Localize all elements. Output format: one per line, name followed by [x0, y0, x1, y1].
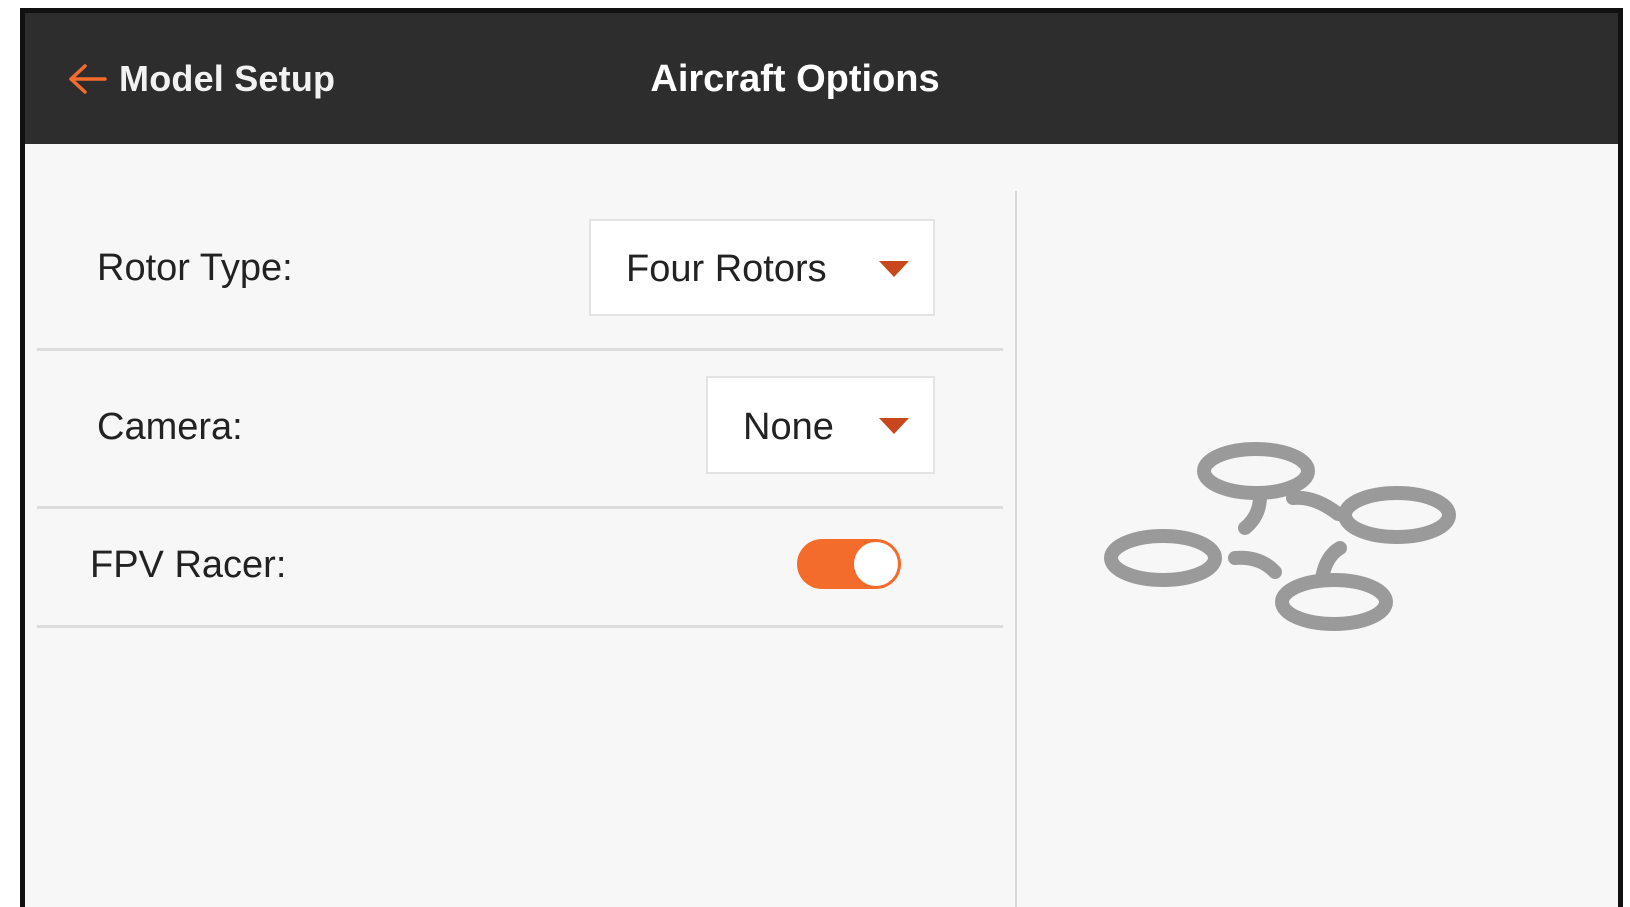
app-screen: Model Setup Aircraft Options Rotor Type:…	[20, 8, 1623, 907]
header-bar: Model Setup Aircraft Options	[25, 13, 1618, 144]
camera-label: Camera:	[97, 406, 243, 448]
quadcopter-icon	[1100, 438, 1490, 638]
rotor-type-label: Rotor Type:	[97, 247, 293, 289]
panel-divider	[1015, 191, 1017, 907]
rotor-type-row: Rotor Type: Four Rotors	[37, 144, 1003, 351]
rotor-type-dropdown[interactable]: Four Rotors	[589, 219, 935, 316]
caret-down-icon	[879, 261, 909, 277]
settings-panel: Rotor Type: Four Rotors Camera: None FPV…	[37, 144, 1003, 907]
camera-dropdown[interactable]: None	[706, 376, 935, 474]
caret-down-icon	[879, 418, 909, 434]
page-title: Aircraft Options	[650, 58, 940, 100]
camera-value: None	[743, 406, 834, 448]
toggle-knob	[854, 542, 898, 586]
camera-row: Camera: None	[37, 351, 1003, 509]
fpv-racer-label: FPV Racer:	[90, 544, 287, 586]
fpv-racer-row: FPV Racer:	[37, 509, 1003, 628]
fpv-racer-toggle[interactable]	[797, 539, 901, 589]
rotor-type-value: Four Rotors	[626, 248, 827, 290]
